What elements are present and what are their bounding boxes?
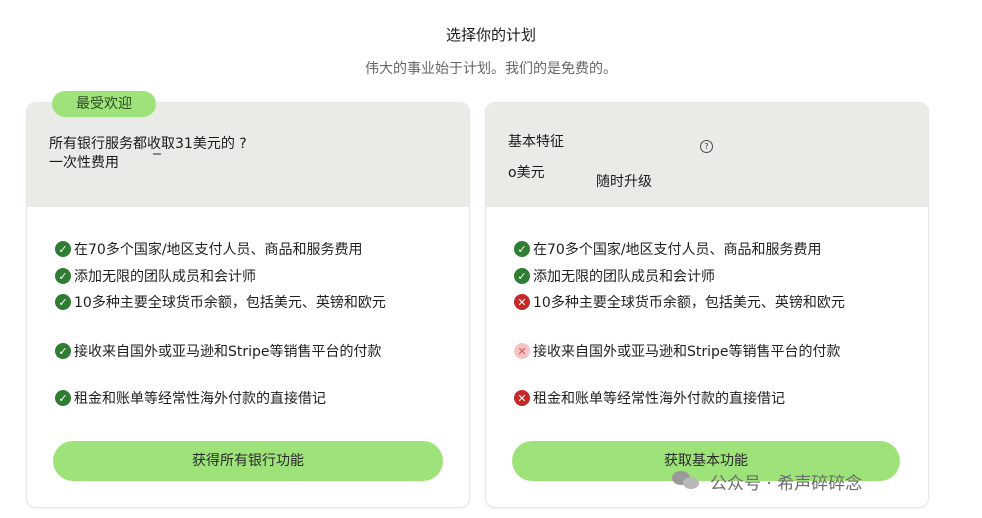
- feature-text: 接收来自国外或亚马逊和Stripe等销售平台的付款: [533, 344, 841, 360]
- feature-item: ✓ 添加无限的团队成员和会计师: [55, 266, 256, 286]
- check-icon: ✓: [55, 241, 71, 257]
- price-line-2: 一次性费用: [49, 155, 119, 171]
- card-top: 基本特征 ? o美元 随时升级: [486, 103, 928, 207]
- cross-icon: ✕: [514, 390, 530, 406]
- popular-badge: 最受欢迎: [52, 91, 156, 117]
- feature-item: ✕ 租金和账单等经常性海外付款的直接借记: [514, 388, 785, 408]
- feature-item: ✓ 在70多个国家/地区支付人员、商品和服务费用: [55, 239, 363, 259]
- feature-text: 10多种主要全球货币余额，包括美元、英镑和欧元: [74, 295, 386, 311]
- check-icon: ✓: [514, 268, 530, 284]
- feature-text: 租金和账单等经常性海外付款的直接借记: [74, 391, 326, 407]
- feature-item: ✕ 接收来自国外或亚马逊和Stripe等销售平台的付款: [514, 341, 841, 361]
- plan-header-title: 选择你的计划: [445, 26, 536, 44]
- check-icon: ✓: [55, 294, 71, 310]
- divider-mark: [153, 153, 161, 155]
- check-icon: ✓: [55, 343, 71, 359]
- feature-text: 租金和账单等经常性海外付款的直接借记: [533, 391, 785, 407]
- feature-text: 在70多个国家/地区支付人员、商品和服务费用: [74, 242, 363, 258]
- wechat-icon: [672, 469, 702, 493]
- feature-item: ✓ 租金和账单等经常性海外付款的直接借记: [55, 388, 326, 408]
- feature-item: ✓ 接收来自国外或亚马逊和Stripe等销售平台的付款: [55, 341, 382, 361]
- basic-plan-card: 基本特征 ? o美元 随时升级 ✓ 在70多个国家/地区支付人员、商品和服务费用…: [485, 102, 929, 508]
- feature-text: 在70多个国家/地区支付人员、商品和服务费用: [533, 242, 822, 258]
- feature-item: ✕ 10多种主要全球货币余额，包括美元、英镑和欧元: [514, 292, 845, 312]
- upgrade-anytime-label: 随时升级: [596, 174, 652, 190]
- feature-item: ✓ 10多种主要全球货币余额，包括美元、英镑和欧元: [55, 292, 386, 312]
- plan-header-subtitle: 伟大的事业始于计划。我们的是免费的。: [365, 61, 617, 77]
- feature-text: 添加无限的团队成员和会计师: [533, 269, 715, 285]
- price-line-1: 所有银行服务都收取31美元的 ?: [49, 136, 247, 152]
- check-icon: ✓: [514, 241, 530, 257]
- cross-icon: ✕: [514, 294, 530, 310]
- basic-plan-price: o美元: [508, 165, 545, 181]
- feature-item: ✓ 添加无限的团队成员和会计师: [514, 266, 715, 286]
- get-all-banking-features-button[interactable]: 获得所有银行功能: [53, 441, 443, 481]
- feature-text: 10多种主要全球货币余额，包括美元、英镑和欧元: [533, 295, 845, 311]
- check-icon: ✓: [55, 268, 71, 284]
- check-icon: ✓: [55, 390, 71, 406]
- full-banking-plan-card: 所有银行服务都收取31美元的 ? 一次性费用 ✓ 在70多个国家/地区支付人员、…: [26, 102, 470, 508]
- help-icon[interactable]: ?: [700, 140, 713, 153]
- feature-text: 添加无限的团队成员和会计师: [74, 269, 256, 285]
- feature-text: 接收来自国外或亚马逊和Stripe等销售平台的付款: [74, 344, 382, 360]
- watermark: 公众号 · 希声碎碎念: [672, 466, 862, 496]
- watermark-text: 公众号 · 希声碎碎念: [710, 473, 863, 494]
- feature-item: ✓ 在70多个国家/地区支付人员、商品和服务费用: [514, 239, 822, 259]
- cross-icon: ✕: [514, 343, 530, 359]
- card-top: 所有银行服务都收取31美元的 ? 一次性费用: [27, 103, 469, 207]
- basic-plan-title: 基本特征: [508, 134, 564, 150]
